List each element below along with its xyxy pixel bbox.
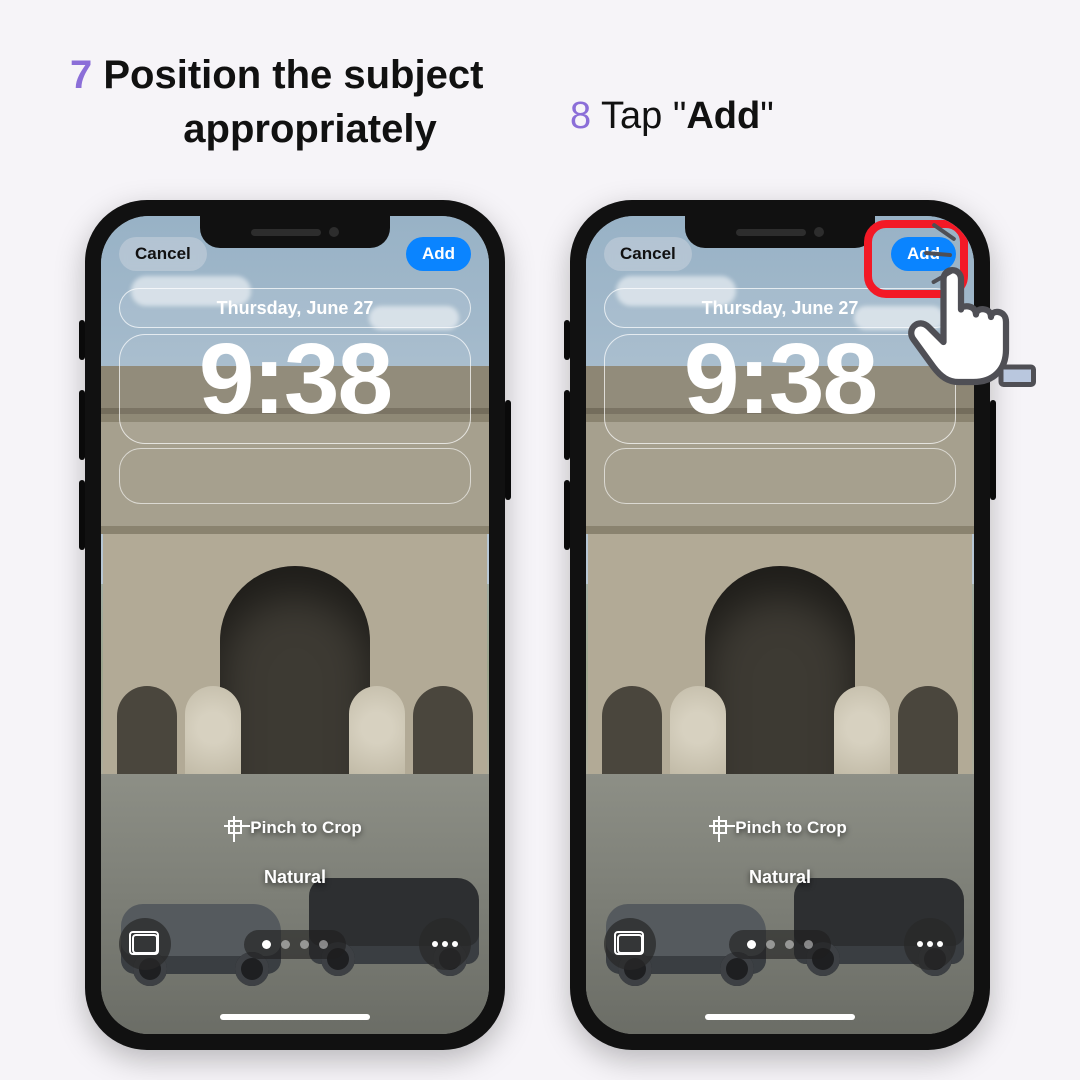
phone-mockup-right: Cancel Add Thursday, June 27 9:38 Pinch … xyxy=(570,200,990,1050)
home-indicator[interactable] xyxy=(705,1014,855,1020)
pinch-to-crop-hint: Pinch to Crop xyxy=(586,818,974,838)
more-options-button[interactable] xyxy=(904,918,956,970)
tap-hand-icon xyxy=(896,242,1046,397)
date-widget[interactable]: Thursday, June 27 xyxy=(119,288,471,328)
lockscreen-editor[interactable]: Cancel Add Thursday, June 27 9:38 Pinch … xyxy=(101,216,489,1034)
ellipsis-icon xyxy=(432,941,458,947)
step-text-add: Add xyxy=(686,95,760,137)
power-button xyxy=(505,400,511,500)
widgets-slot[interactable] xyxy=(119,448,471,504)
clock-widget-frame[interactable] xyxy=(119,334,471,444)
pinch-to-crop-hint: Pinch to Crop xyxy=(101,818,489,838)
photo-picker-button[interactable] xyxy=(604,918,656,970)
volume-up-button xyxy=(79,390,85,460)
gallery-icon xyxy=(617,934,643,954)
step-text-line2: appropriately xyxy=(70,102,550,156)
volume-down-button xyxy=(79,480,85,550)
filter-name[interactable]: Natural xyxy=(101,867,489,888)
gallery-icon xyxy=(132,934,158,954)
ellipsis-icon xyxy=(917,941,943,947)
crop-icon xyxy=(713,820,727,834)
add-button[interactable]: Add xyxy=(406,237,471,271)
cancel-button[interactable]: Cancel xyxy=(119,237,207,271)
more-options-button[interactable] xyxy=(419,918,471,970)
filter-pager[interactable] xyxy=(244,930,346,959)
crop-icon xyxy=(228,820,242,834)
home-indicator[interactable] xyxy=(220,1014,370,1020)
step-text: Position the subject xyxy=(103,53,483,97)
step-number: 8 xyxy=(570,95,591,137)
wallpaper-ground xyxy=(101,774,489,1034)
cancel-button[interactable]: Cancel xyxy=(604,237,692,271)
step-8-title: 8 Tap "Add" xyxy=(570,95,774,138)
notch xyxy=(200,216,390,248)
notch xyxy=(685,216,875,248)
filter-name[interactable]: Natural xyxy=(586,867,974,888)
photo-picker-button[interactable] xyxy=(119,918,171,970)
widgets-slot[interactable] xyxy=(604,448,956,504)
phone-mockup-left: Cancel Add Thursday, June 27 9:38 Pinch … xyxy=(85,200,505,1050)
step-text-prefix: Tap xyxy=(601,95,673,137)
mute-switch xyxy=(79,320,85,360)
step-number: 7 xyxy=(70,53,92,97)
step-7-title: 7 Position the subject appropriately xyxy=(70,48,550,156)
filter-pager[interactable] xyxy=(729,930,831,959)
